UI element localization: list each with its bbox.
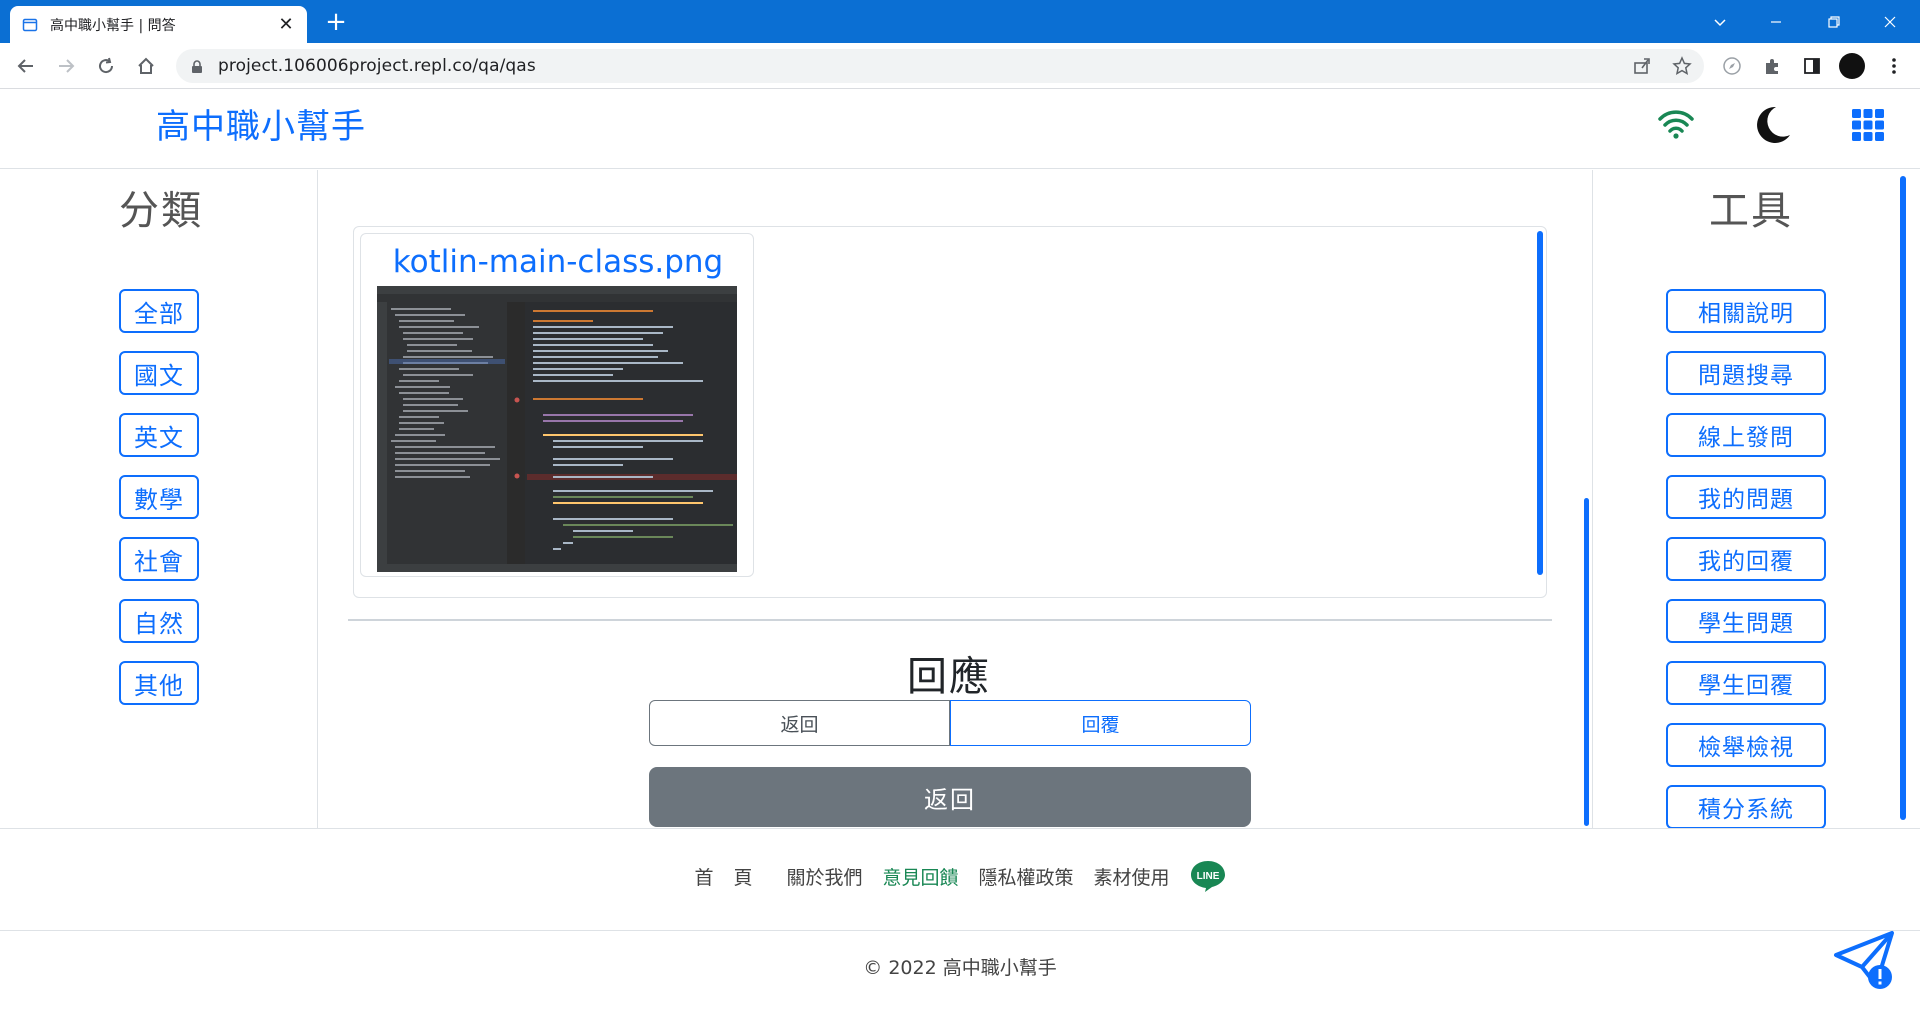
tool-my-replies-button[interactable]: 我的回覆 [1666,537,1826,581]
back-button[interactable]: 返回 [649,767,1251,827]
browser-menu-icon[interactable] [1880,52,1908,80]
tool-student-replies-button[interactable]: 學生回覆 [1666,661,1826,705]
restore-icon[interactable] [1806,0,1862,43]
tool-report-review-button[interactable]: 檢舉檢視 [1666,723,1826,767]
tools-heading: 工具 [1709,188,1793,234]
minimize-icon[interactable] [1748,0,1804,43]
site-footer: 首頁 關於我們 意見回饋 隱私權政策 素材使用 LINE © 2022 高中職小… [0,828,1920,1020]
attachment-card[interactable]: kotlin-main-class.png [360,233,754,577]
back-arrow-icon[interactable] [12,52,40,80]
line-icon[interactable]: LINE [1190,859,1226,893]
tab-search-icon[interactable] [1692,0,1748,43]
url-text: project.106006project.repl.co/qa/qas [218,56,536,76]
extensions-puzzle-icon[interactable] [1758,52,1786,80]
footer-nav: 首頁 關於我們 意見回饋 隱私權政策 素材使用 LINE [0,859,1920,893]
attachments-panel: kotlin-main-class.png [353,226,1547,598]
attachment-thumbnail-image[interactable] [377,286,737,572]
tools-sidebar: 工具 相關說明 問題搜尋 線上發問 我的問題 我的回覆 學生問題 學生回覆 檢舉… [1592,170,1920,829]
wifi-icon[interactable] [1654,103,1698,147]
address-bar[interactable]: project.106006project.repl.co/qa/qas [176,49,1704,83]
home-icon[interactable] [132,52,160,80]
tool-help-button[interactable]: 相關說明 [1666,289,1826,333]
footer-link-assets[interactable]: 素材使用 [1094,863,1170,890]
dark-mode-moon-icon[interactable] [1750,103,1794,147]
tab-title: 高中職小幫手 | 問答 [50,17,176,34]
site-header: 高中職小幫手 [0,89,1920,169]
category-social-button[interactable]: 社會 [119,537,199,581]
forward-arrow-icon[interactable] [52,52,80,80]
share-icon[interactable] [1628,52,1656,80]
reload-icon[interactable] [92,52,120,80]
new-tab-button[interactable]: + [322,9,350,37]
lock-icon [190,59,204,73]
bookmark-star-icon[interactable] [1668,52,1696,80]
footer-link-feedback[interactable]: 意見回饋 [882,863,958,890]
category-math-button[interactable]: 數學 [119,475,199,519]
response-button-group: 返回 回覆 [649,700,1251,746]
category-science-button[interactable]: 自然 [119,599,199,643]
line-icon-label: LINE [1196,871,1219,882]
tool-points-system-button[interactable]: 積分系統 [1666,785,1826,829]
tool-ask-online-button[interactable]: 線上發問 [1666,413,1826,457]
tool-my-questions-button[interactable]: 我的問題 [1666,475,1826,519]
browser-titlebar: 高中職小幫手 | 問答 ✕ + [0,0,1920,43]
browser-tab[interactable]: 高中職小幫手 | 問答 ✕ [10,6,307,43]
response-back-button[interactable]: 返回 [649,700,950,746]
tab-close-icon[interactable]: ✕ [277,15,295,34]
footer-link-privacy[interactable]: 隱私權政策 [979,863,1074,890]
content-divider [348,619,1552,621]
apps-grid-icon[interactable] [1846,103,1890,147]
copyright-text: © 2022 高中職小幫手 [863,957,1057,979]
category-english-button[interactable]: 英文 [119,413,199,457]
tool-student-questions-button[interactable]: 學生問題 [1666,599,1826,643]
attachment-filename-link[interactable]: kotlin-main-class.png [361,244,755,280]
category-sidebar: 分類 全部 國文 英文 數學 社會 自然 其他 [0,170,318,828]
footer-separator [0,930,1920,931]
page-scrollbar[interactable] [1900,176,1906,820]
tool-search-button[interactable]: 問題搜尋 [1666,351,1826,395]
response-reply-button[interactable]: 回覆 [950,700,1251,746]
category-chinese-button[interactable]: 國文 [119,351,199,395]
profile-avatar[interactable] [1838,52,1866,80]
content-scrollbar[interactable] [1584,498,1589,826]
side-panel-icon[interactable] [1798,52,1826,80]
browser-toolbar: project.106006project.repl.co/qa/qas [0,43,1920,89]
footer-link-about[interactable]: 關於我們 [786,863,862,890]
brand-logo-text[interactable]: 高中職小幫手 [156,99,366,148]
attachments-scrollbar[interactable] [1537,231,1543,575]
send-feedback-icon[interactable] [1832,929,1898,993]
category-other-button[interactable]: 其他 [119,661,199,705]
extension-compass-icon[interactable] [1718,52,1746,80]
category-heading: 分類 [119,188,203,234]
response-heading: 回應 [907,654,991,700]
category-all-button[interactable]: 全部 [119,289,199,333]
window-close-icon[interactable] [1862,0,1918,43]
footer-link-home[interactable]: 首頁 [694,863,772,890]
page-favicon-icon [22,17,38,33]
